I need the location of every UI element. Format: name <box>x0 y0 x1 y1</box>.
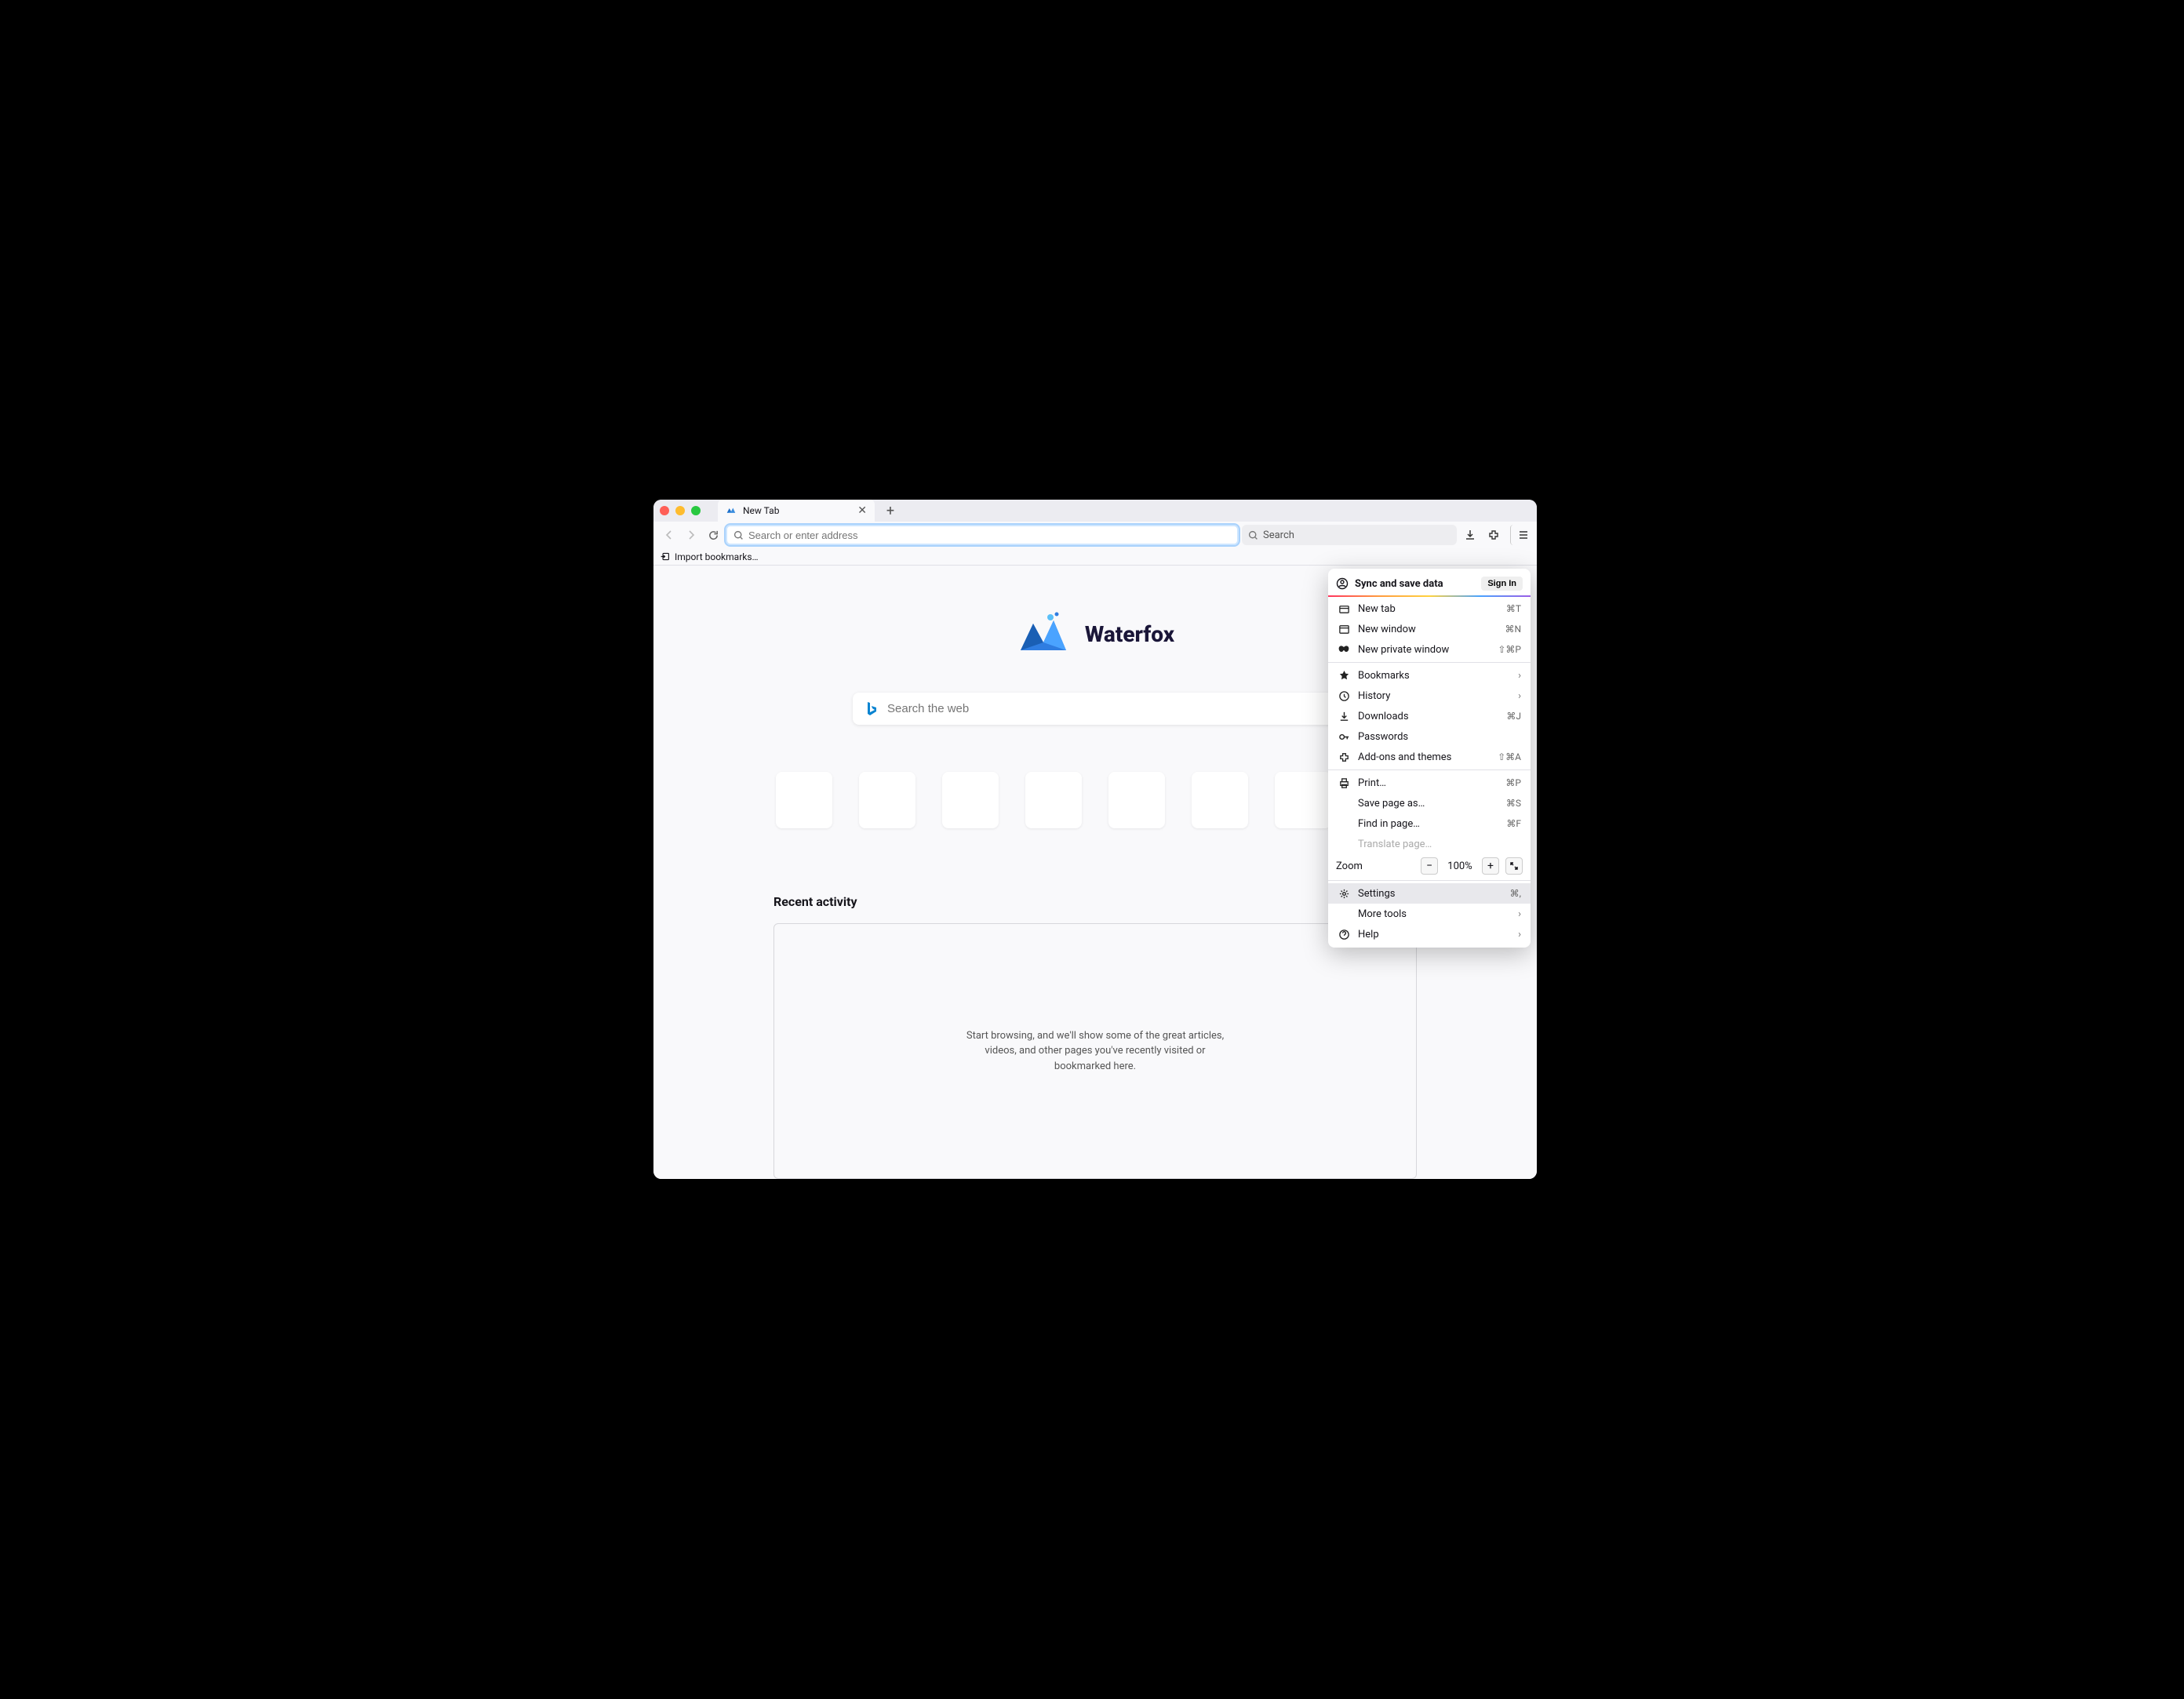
waterfox-logo-icon <box>1016 609 1071 658</box>
menu-sync-row: Sync and save data Sign In <box>1328 572 1531 595</box>
chevron-right-icon: › <box>1518 690 1521 702</box>
import-bookmarks-link[interactable]: Import bookmarks… <box>675 551 759 562</box>
private-window-icon <box>1338 643 1350 656</box>
chevron-right-icon: › <box>1518 670 1521 682</box>
forward-button[interactable] <box>682 526 701 544</box>
menu-find-in-page[interactable]: Find in page… ⌘F <box>1328 813 1531 834</box>
browser-tab[interactable]: New Tab ✕ <box>718 500 875 522</box>
address-bar[interactable] <box>726 525 1239 545</box>
menu-zoom-row: Zoom − 100% + <box>1328 854 1531 878</box>
fullscreen-button[interactable] <box>1505 857 1523 875</box>
zoom-label: Zoom <box>1336 860 1414 872</box>
menu-save-page-as[interactable]: Save page as… ⌘S <box>1328 793 1531 813</box>
menu-addons[interactable]: Add-ons and themes ⇧⌘A <box>1328 747 1531 767</box>
app-menu-panel: Sync and save data Sign In New tab ⌘T Ne… <box>1328 569 1531 948</box>
close-tab-icon[interactable]: ✕ <box>857 504 867 517</box>
downloads-icon <box>1338 710 1350 722</box>
menu-new-private-window[interactable]: New private window ⇧⌘P <box>1328 639 1531 660</box>
menu-passwords[interactable]: Passwords <box>1328 726 1531 747</box>
web-search-input[interactable] <box>887 702 1325 715</box>
waterfox-favicon-icon <box>726 505 737 516</box>
new-tab-button[interactable]: + <box>881 503 900 519</box>
menu-bookmarks[interactable]: Bookmarks › <box>1328 665 1531 686</box>
top-site-tile[interactable] <box>942 772 999 828</box>
account-icon <box>1336 577 1349 590</box>
recent-activity-heading: Recent activity <box>774 894 1417 909</box>
brand-row: Waterfox <box>1016 609 1174 658</box>
gear-icon <box>1338 887 1350 900</box>
menu-settings[interactable]: Settings ⌘, <box>1328 883 1531 904</box>
addons-icon <box>1338 751 1350 763</box>
web-search-box[interactable] <box>853 693 1338 725</box>
bing-icon <box>865 700 878 718</box>
recent-activity-empty: Start browsing, and we'll show some of t… <box>774 923 1417 1179</box>
menu-sync-title: Sync and save data <box>1355 578 1475 590</box>
top-site-tile[interactable] <box>1108 772 1165 828</box>
menu-translate-page: Translate page… <box>1328 834 1531 854</box>
search-placeholder: Search <box>1263 529 1294 541</box>
new-window-icon <box>1338 623 1350 635</box>
new-tab-icon <box>1338 602 1350 615</box>
top-site-tile[interactable] <box>1275 772 1331 828</box>
tab-title: New Tab <box>743 505 851 516</box>
sign-in-button[interactable]: Sign In <box>1481 577 1523 591</box>
chevron-right-icon: › <box>1518 929 1521 940</box>
chevron-right-icon: › <box>1518 908 1521 920</box>
browser-window: New Tab ✕ + Search Import bookmarks… Wat… <box>653 500 1537 1179</box>
print-icon <box>1338 777 1350 789</box>
menu-history[interactable]: History › <box>1328 686 1531 706</box>
import-bookmarks-icon <box>660 551 670 562</box>
address-input[interactable] <box>748 529 1231 541</box>
menu-print[interactable]: Print… ⌘P <box>1328 773 1531 793</box>
recent-activity-message: Start browsing, and we'll show some of t… <box>962 1028 1228 1075</box>
menu-accent-divider <box>1328 595 1531 597</box>
menu-new-tab[interactable]: New tab ⌘T <box>1328 598 1531 619</box>
menu-new-window[interactable]: New window ⌘N <box>1328 619 1531 639</box>
zoom-in-button[interactable]: + <box>1482 857 1499 875</box>
menu-help[interactable]: Help › <box>1328 924 1531 944</box>
help-icon <box>1338 928 1350 940</box>
bookmarks-icon <box>1338 669 1350 682</box>
bookmarks-toolbar: Import bookmarks… <box>653 548 1537 566</box>
downloads-button[interactable] <box>1460 525 1480 545</box>
brand-name: Waterfox <box>1085 621 1174 647</box>
tab-bar: New Tab ✕ + <box>653 500 1537 522</box>
top-site-tile[interactable] <box>776 772 832 828</box>
recent-activity-section: Recent activity Start browsing, and we'l… <box>774 894 1417 1179</box>
reload-button[interactable] <box>704 526 723 544</box>
menu-downloads[interactable]: Downloads ⌘J <box>1328 706 1531 726</box>
search-icon <box>733 530 744 540</box>
passwords-icon <box>1338 730 1350 743</box>
search-icon <box>1248 530 1258 540</box>
window-controls <box>660 506 701 515</box>
app-menu-button[interactable] <box>1510 525 1531 545</box>
minimize-window-button[interactable] <box>675 506 685 515</box>
search-box[interactable]: Search <box>1242 525 1457 545</box>
top-site-tile[interactable] <box>859 772 915 828</box>
zoom-out-button[interactable]: − <box>1421 857 1438 875</box>
extensions-button[interactable] <box>1483 525 1504 545</box>
maximize-window-button[interactable] <box>691 506 701 515</box>
toolbar: Search <box>653 522 1537 548</box>
top-site-tile[interactable] <box>1025 772 1082 828</box>
top-site-tile[interactable] <box>1192 772 1248 828</box>
menu-more-tools[interactable]: More tools › <box>1328 904 1531 924</box>
top-sites <box>776 772 1414 828</box>
close-window-button[interactable] <box>660 506 669 515</box>
back-button[interactable] <box>660 526 679 544</box>
history-icon <box>1338 689 1350 702</box>
zoom-value: 100% <box>1444 860 1476 872</box>
